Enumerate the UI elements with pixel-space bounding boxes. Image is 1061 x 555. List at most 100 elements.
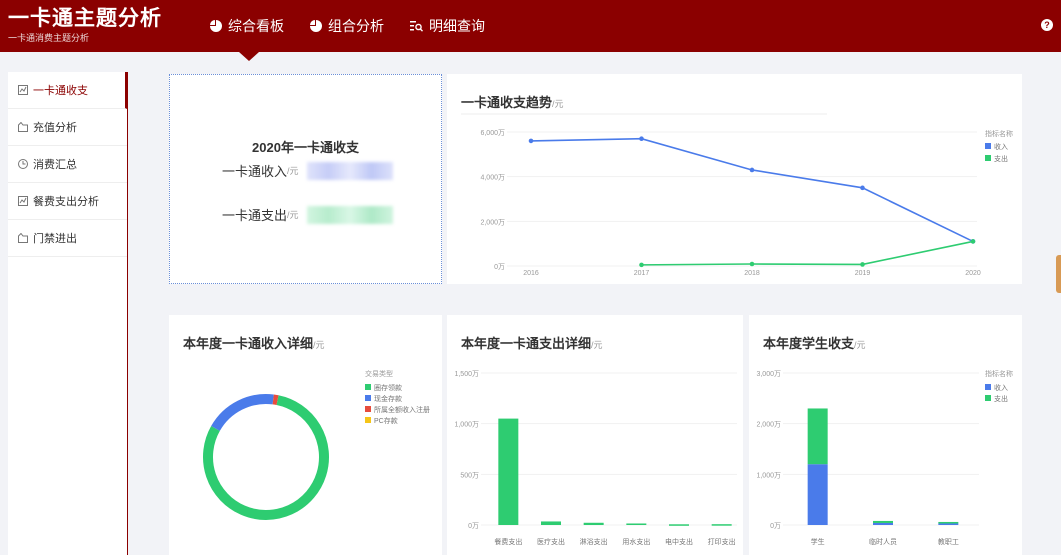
- wallet-icon: [18, 233, 28, 243]
- x-tick-label: 2016: [523, 270, 539, 277]
- x-tick-label: 2017: [634, 270, 650, 277]
- legend-label: 支出: [994, 154, 1008, 163]
- legend-swatch: [985, 384, 991, 390]
- expense-value-redacted: [306, 205, 393, 224]
- legend-title: 交易类型: [365, 369, 393, 378]
- income-unit: /元: [287, 166, 299, 176]
- trend-chart: 0万 2,000万 4,000万 6,000万 2016 2017 2018 2019 2020…: [461, 113, 1013, 277]
- y-tick-label: 4,000万: [480, 174, 505, 182]
- legend-swatch: [365, 406, 371, 412]
- sidebar-item-meal-expense[interactable]: 餐费支出分析: [8, 183, 127, 220]
- summary-title: 2020年一卡通收支: [252, 140, 359, 155]
- y-tick-label: 0万: [494, 263, 505, 271]
- bar-segment-临时人员-收入: [873, 522, 893, 525]
- app-title: 一卡通主题分析: [8, 7, 162, 30]
- donut-slice-现金存款: [211, 394, 274, 432]
- trend-card: 一卡通收支趋势/元 0万 2,000万 4,000万 6,000万 2016 2017 20…: [447, 74, 1022, 284]
- donut-slice-所属全额收入注册: [272, 394, 279, 406]
- pie-chart-icon: [210, 20, 222, 32]
- x-tick-label: 学生: [811, 537, 825, 546]
- sidebar-item-recharge[interactable]: 充值分析: [8, 109, 127, 146]
- x-tick-label: 淋浴支出: [580, 537, 608, 546]
- legend-title: 指标名称: [985, 129, 1013, 138]
- data-point: [639, 262, 644, 268]
- student-bar-chart: 0万 1,000万 2,000万 3,000万学生 临时人员 教职工 指标名称收入支出: [756, 369, 1013, 546]
- legend-label: 收入: [994, 383, 1008, 392]
- data-point: [860, 185, 865, 191]
- legend-label: 收入: [994, 142, 1008, 151]
- data-point: [528, 138, 534, 144]
- legend-label: 所属全额收入注册: [374, 405, 430, 414]
- sidebar-item-label: 门禁进出: [33, 233, 77, 245]
- legend-swatch: [985, 395, 991, 401]
- search-list-icon: [410, 21, 423, 32]
- y-tick-label: 1,000万: [454, 421, 479, 429]
- x-tick-label: 临时人员: [869, 537, 897, 546]
- bar-用水支出: [626, 523, 647, 525]
- top-nav: 综合看板 组合分析 明细查询: [210, 0, 511, 52]
- x-tick-label: 2018: [744, 270, 760, 277]
- legend-swatch: [365, 417, 371, 423]
- data-point: [749, 167, 755, 173]
- income-donut-chart: 交易类型圈存领款现金存款所属全额收入注册 PC存款: [203, 369, 430, 520]
- y-tick-label: 0万: [468, 522, 479, 530]
- nav-detail-label: 明细查询: [429, 18, 485, 34]
- y-tick-label: 0万: [770, 522, 781, 530]
- nav-dashboard[interactable]: 综合看板: [210, 0, 284, 52]
- bar-淋浴支出: [583, 522, 604, 525]
- y-tick-label: 3,000万: [756, 370, 781, 378]
- sidebar-item-label: 消费汇总: [33, 159, 77, 171]
- legend-swatch: [365, 395, 371, 401]
- nav-combined-label: 组合分析: [328, 18, 384, 34]
- y-tick-label: 2,000万: [756, 421, 781, 429]
- bar-电中支出: [669, 524, 689, 526]
- sidebar-item-card-income-expense[interactable]: 一卡通收支: [8, 72, 127, 109]
- x-tick-label: 2019: [855, 270, 871, 277]
- bar-segment-教职工-支出: [938, 521, 959, 524]
- active-nav-caret: [239, 52, 259, 61]
- nav-detail-query[interactable]: 明细查询: [410, 0, 485, 52]
- student-card: 本年度学生收支/元 0万 1,000万 2,000万 3,000万 学生 临时人员 教职工指…: [749, 315, 1022, 555]
- legend-swatch: [985, 155, 991, 161]
- pie-chart-icon: [310, 20, 322, 32]
- bar-segment-学生-收入: [807, 464, 828, 525]
- y-tick-label: 2,000万: [480, 218, 505, 226]
- chart-icon: [18, 196, 28, 206]
- income-label: 一卡通收入: [222, 164, 288, 179]
- data-point: [860, 262, 865, 267]
- x-tick-label: 打印支出: [708, 537, 736, 546]
- legend-label: 圈存领款: [374, 383, 402, 392]
- nav-dashboard-label: 综合看板: [228, 18, 284, 34]
- expense-row: 一卡通支出 /元: [222, 205, 393, 224]
- sidebar-item-access-control[interactable]: 门禁进出: [8, 220, 127, 257]
- sidebar-item-label: 充值分析: [33, 122, 77, 134]
- series-line-收入: [530, 137, 974, 243]
- x-tick-label: 2020: [965, 270, 981, 277]
- nav-combined-analysis[interactable]: 组合分析: [310, 0, 384, 52]
- sidebar-item-label: 餐费支出分析: [33, 196, 99, 208]
- x-tick-label: 餐费支出: [494, 537, 522, 546]
- legend-label: 现金存款: [374, 394, 402, 403]
- help-icon[interactable]: ?: [1041, 19, 1053, 31]
- app-subtitle: 一卡通消费主题分析: [8, 33, 90, 43]
- bar-打印支出: [711, 524, 732, 526]
- bar-segment-教职工-收入: [938, 523, 959, 525]
- legend-swatch: [985, 143, 991, 149]
- expense-label: 一卡通支出: [222, 208, 288, 223]
- sidebar-item-consumption-summary[interactable]: 消费汇总: [8, 146, 127, 183]
- x-tick-label: 教职工: [938, 537, 959, 546]
- legend-swatch: [365, 384, 371, 390]
- legend-label: 支出: [994, 394, 1008, 403]
- y-tick-label: 500万: [460, 471, 479, 479]
- x-tick-label: 电中支出: [665, 537, 693, 546]
- data-point: [970, 239, 976, 244]
- clock-icon: [18, 159, 28, 169]
- data-point: [639, 136, 644, 141]
- bar-segment-临时人员-支出: [873, 520, 893, 523]
- y-tick-label: 6,000万: [480, 129, 505, 137]
- y-tick-label: 1,500万: [454, 370, 479, 378]
- data-point: [749, 261, 755, 267]
- side-drawer-handle[interactable]: [1056, 255, 1061, 293]
- expense-detail-card: 本年度一卡通支出详细/元 0万 500万 1,000万 1,500万 餐费支出 医疗支出淋…: [447, 315, 743, 555]
- sidebar: 一卡通收支 充值分析 消费汇总 餐费支出分析 门禁进出: [8, 72, 128, 555]
